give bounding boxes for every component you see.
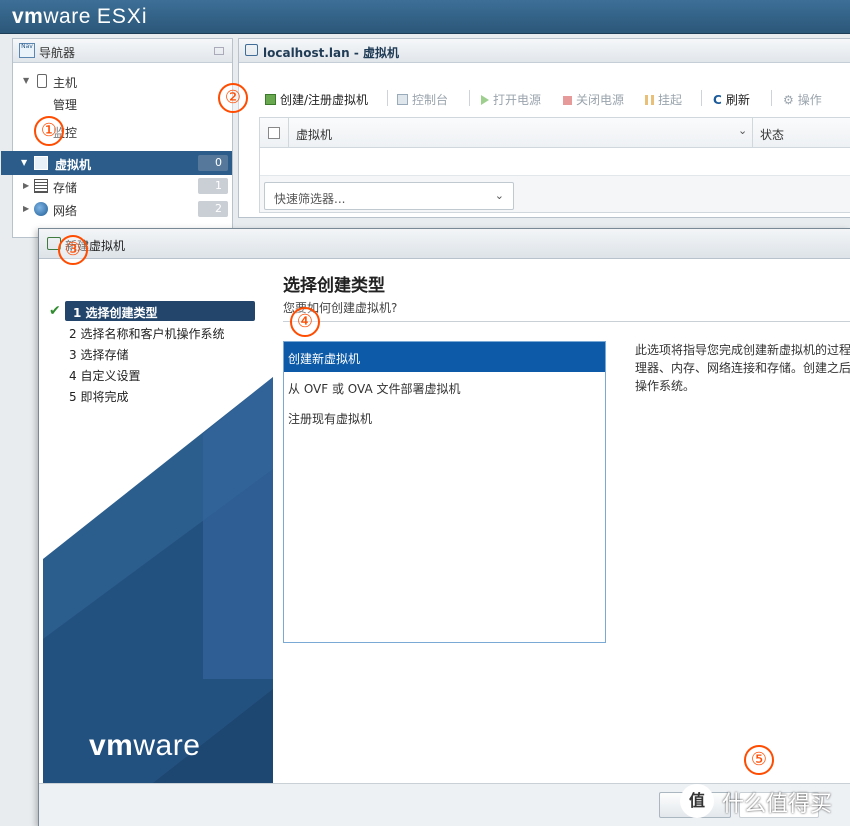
nav-item-network[interactable]: ▶ 网络 2 (13, 199, 232, 219)
stop-icon (563, 96, 572, 105)
expand-down-icon[interactable]: ▼ (21, 158, 27, 167)
column-header-vm[interactable]: 虚拟机 (296, 126, 332, 143)
expand-down-icon[interactable]: ▼ (23, 76, 29, 85)
type-description: 此选项将指导您完成创建新虚拟机的过程 理器、内存、网络连接和存储。创建之后 操作… (635, 343, 850, 393)
column-header-status[interactable]: 状态 (760, 126, 784, 143)
wizard-titlebar: 新建虚拟机 (39, 229, 850, 259)
vm-icon (34, 156, 48, 170)
minimize-icon[interactable] (214, 47, 224, 55)
table-header: 虚拟机 ⌄ 状态 (260, 118, 850, 148)
annotation-marker-1: ① (34, 116, 64, 146)
vm-toolbar: 创建/注册虚拟机 控制台 打开电源 关闭电源 挂起 C 刷新 ⚙ 操作 (239, 83, 850, 113)
wizard-step-4[interactable]: 4 自定义设置 (69, 367, 140, 384)
list-item-deploy-ovf[interactable]: 从 OVF 或 OVA 文件部署虚拟机 (284, 372, 605, 402)
column-divider (288, 118, 289, 148)
vm-count-badge: 0 (198, 155, 228, 171)
pause-icon (645, 95, 654, 105)
select-all-checkbox[interactable] (268, 127, 280, 139)
wizard-steps-panel: ✔ 1 选择创建类型 2 选择名称和客户机操作系统 3 选择存储 4 自定义设置… (43, 259, 273, 783)
wizard-content: 选择创建类型 您要如何创建虚拟机? 创建新虚拟机 从 OVF 或 OVA 文件部… (273, 259, 850, 783)
expand-right-icon[interactable]: ▶ (23, 181, 29, 190)
list-item-create-new-vm[interactable]: 创建新虚拟机 (284, 342, 605, 372)
annotation-marker-2: ② (218, 83, 248, 113)
column-divider (752, 118, 753, 148)
storage-count-badge: 1 (198, 178, 228, 194)
refresh-icon: C (713, 93, 722, 107)
annotation-marker-4: ④ (290, 307, 320, 337)
refresh-button[interactable]: C 刷新 (713, 91, 750, 108)
vm-panel-icon (245, 44, 258, 56)
create-register-vm-button[interactable]: 创建/注册虚拟机 (265, 91, 368, 108)
app-header: vmware ESXi (0, 0, 850, 34)
chevron-down-icon: ⌄ (494, 189, 504, 202)
list-item-register-vm[interactable]: 注册现有虚拟机 (284, 402, 605, 432)
network-count-badge: 2 (198, 201, 228, 217)
globe-icon (34, 202, 48, 216)
new-vm-wizard-dialog: 新建虚拟机 ✔ 1 选择创建类型 2 选择名称和客户机操作系统 3 选择存储 4… (38, 228, 850, 826)
page-title: 选择创建类型 (283, 276, 385, 296)
power-off-button[interactable]: 关闭电源 (563, 91, 624, 108)
host-icon (37, 74, 47, 88)
wizard-step-3[interactable]: 3 选择存储 (69, 346, 128, 363)
wizard-step-5[interactable]: 5 即将完成 (69, 388, 128, 405)
divider (283, 321, 850, 322)
power-on-button[interactable]: 打开电源 (481, 91, 541, 108)
wizard-step-2[interactable]: 2 选择名称和客户机操作系统 (69, 325, 224, 342)
navigator-icon: Nav (19, 43, 35, 58)
create-vm-icon (265, 94, 276, 105)
vm-list-panel: localhost.lan - 虚拟机 创建/注册虚拟机 控制台 打开电源 关闭… (238, 38, 850, 218)
actions-button[interactable]: ⚙ 操作 (783, 91, 822, 108)
navigator-title: 导航器 (39, 46, 76, 60)
toolbar-divider (701, 90, 702, 106)
expand-right-icon[interactable]: ▶ (23, 204, 29, 213)
navigator-header: Nav 导航器 (13, 39, 232, 63)
toolbar-divider (771, 90, 772, 106)
wizard-step-1[interactable]: 1 选择创建类型 (65, 301, 255, 321)
annotation-marker-3: ③ (58, 235, 88, 265)
console-icon (397, 94, 408, 105)
watermark-text: 什么值得买 (722, 792, 833, 817)
creation-type-list: 创建新虚拟机 从 OVF 或 OVA 文件部署虚拟机 注册现有虚拟机 (283, 341, 606, 643)
chevron-down-icon[interactable]: ⌄ (738, 124, 747, 137)
annotation-marker-5: ⑤ (744, 745, 774, 775)
storage-icon (34, 179, 48, 193)
watermark: 值 什么值得买 (680, 782, 850, 822)
table-row (260, 148, 850, 176)
nav-item-host[interactable]: ▼ 主机 (13, 71, 232, 91)
gear-icon: ⚙ (783, 93, 794, 107)
vm-panel-header: localhost.lan - 虚拟机 (239, 39, 850, 63)
toolbar-divider (387, 90, 388, 106)
vmware-logo: vmware (89, 729, 201, 762)
play-icon (481, 95, 489, 105)
console-button[interactable]: 控制台 (397, 91, 448, 108)
watermark-badge: 值 (680, 784, 714, 818)
vmware-esxi-logo: vmware ESXi (12, 5, 148, 28)
toolbar-divider (469, 90, 470, 106)
nav-item-vms[interactable]: ▼ 虚拟机 0 (1, 151, 232, 175)
nav-item-storage[interactable]: ▶ 存储 1 (13, 176, 232, 196)
vm-panel-title: localhost.lan - 虚拟机 (263, 46, 399, 60)
quick-filter-select[interactable]: 快速筛选器... ⌄ (264, 182, 514, 210)
checkmark-icon: ✔ (49, 303, 61, 319)
suspend-button[interactable]: 挂起 (645, 91, 682, 108)
nav-item-manage[interactable]: 管理 (13, 93, 232, 113)
vm-table: 虚拟机 ⌄ 状态 快速筛选器... ⌄ (259, 117, 850, 213)
